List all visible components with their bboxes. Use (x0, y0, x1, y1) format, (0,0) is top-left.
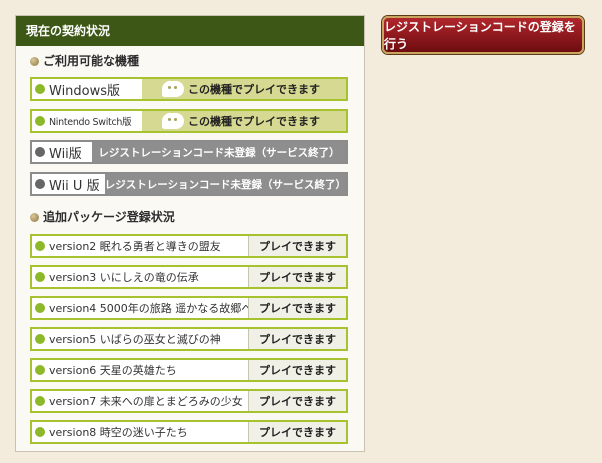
platform-name: Nintendo Switch版 (49, 117, 132, 128)
platform-row-wii: Wii版 レジストレーションコード未登録（サービス終了） (30, 140, 348, 164)
platform-row-switch: Nintendo Switch版 この機種でプレイできます (30, 109, 348, 133)
platform-row-wiiu: Wii U 版 レジストレーションコード未登録（サービス終了） (30, 172, 348, 196)
package-name: version8 時空の迷い子たち (49, 426, 188, 439)
package-name: version4 5000年の旅路 遥かなる故郷へ (49, 302, 253, 315)
platform-row-windows: Windows版 この機種でプレイできます (30, 77, 348, 101)
package-row: version7 未来への扉とまどろみの少女 プレイできます (30, 389, 348, 413)
register-code-button[interactable]: レジストレーションコードの登録を行う (382, 16, 584, 54)
package-name: version2 眠れる勇者と導きの盟友 (49, 240, 221, 253)
panel-title: 現在の契約状況 (16, 16, 364, 46)
package-status: プレイできます (248, 391, 346, 411)
package-name: version3 いにしえの竜の伝承 (49, 271, 199, 284)
contract-status-panel: 現在の契約状況 ご利用可能な機種 Windows版 この機種でプレイできます N… (15, 15, 365, 452)
package-status: プレイできます (248, 329, 346, 349)
platform-status: この機種でプレイできます (188, 115, 320, 128)
slime-face-icon (162, 81, 184, 97)
status-dot-icon (35, 241, 45, 251)
package-status: プレイできます (248, 236, 346, 256)
package-name: version5 いばらの巫女と滅びの神 (49, 333, 221, 346)
package-row: version8 時空の迷い子たち プレイできます (30, 420, 348, 444)
status-dot-icon (35, 427, 45, 437)
status-dot-icon (35, 84, 45, 94)
package-name: version6 天星の英雄たち (49, 364, 177, 377)
status-dot-icon (35, 334, 45, 344)
status-dot-icon (35, 147, 45, 157)
platform-status: レジストレーションコード未登録（サービス終了） (98, 146, 340, 159)
status-dot-icon (35, 116, 45, 126)
package-row: version5 いばらの巫女と滅びの神 プレイできます (30, 327, 348, 351)
platforms-section-title: ご利用可能な機種 (30, 53, 139, 69)
status-dot-icon (35, 272, 45, 282)
package-status: プレイできます (248, 298, 346, 318)
package-row: version6 天星の英雄たち プレイできます (30, 358, 348, 382)
status-dot-icon (35, 396, 45, 406)
platform-name: Windows版 (49, 83, 121, 99)
packages-section-title: 追加パッケージ登録状況 (30, 209, 175, 225)
platform-name: Wii U 版 (49, 178, 100, 194)
package-status: プレイできます (248, 360, 346, 380)
package-name: version7 未来への扉とまどろみの少女 (49, 395, 243, 408)
bullet-icon (30, 57, 39, 66)
platform-status: この機種でプレイできます (188, 83, 320, 96)
platform-name: Wii版 (49, 146, 82, 162)
slime-face-icon (162, 113, 184, 129)
platform-status: レジストレーションコード未登録（サービス終了） (104, 178, 346, 191)
bullet-icon (30, 213, 39, 222)
package-row: version3 いにしえの竜の伝承 プレイできます (30, 265, 348, 289)
status-dot-icon (35, 179, 45, 189)
status-dot-icon (35, 365, 45, 375)
package-row: version2 眠れる勇者と導きの盟友 プレイできます (30, 234, 348, 258)
status-dot-icon (35, 303, 45, 313)
package-row: version4 5000年の旅路 遥かなる故郷へ プレイできます (30, 296, 348, 320)
package-status: プレイできます (248, 422, 346, 442)
package-status: プレイできます (248, 267, 346, 287)
